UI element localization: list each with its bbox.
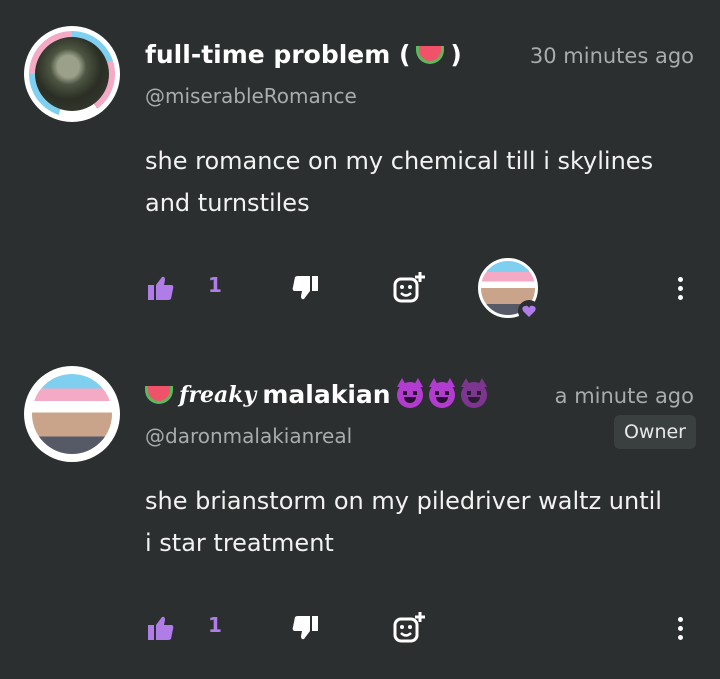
author-handle[interactable]: @daronmalakianreal [145,424,352,448]
like-count: 1 [208,613,222,637]
more-vertical-icon [677,616,683,640]
author-name-text: malakian [262,380,391,409]
comment-actions: 1 [0,258,720,322]
heart-icon [518,300,540,322]
comment-text: she romance on my chemical till i skylin… [145,147,654,217]
avatar-image [35,37,109,111]
comment-item: freaky malakian a minute ago @daronmalak… [0,340,720,679]
avatar[interactable] [24,366,120,462]
comment-text: she brianstorm on my piledriver waltz un… [145,487,662,557]
like-count: 1 [208,273,222,297]
creator-heart [478,258,540,322]
avatar-image [32,374,112,454]
thumbs-up-icon [148,276,174,300]
author-name-end: ) [450,40,462,69]
dislike-button[interactable] [288,272,322,304]
thumbs-down-icon [292,616,318,640]
more-options-button[interactable] [668,272,692,304]
smiling-imp-icon [428,377,455,408]
author-name[interactable]: full-time problem ( ) [145,40,462,69]
like-button[interactable] [144,272,178,304]
avatar[interactable] [24,26,120,122]
comment-actions: 1 [0,598,720,658]
more-options-button[interactable] [668,612,692,644]
reply-button[interactable] [390,608,430,648]
owner-badge: Owner [613,415,696,449]
thumbs-up-icon [148,616,174,640]
author-name-prefix: freaky [179,381,257,408]
watermelon-icon [416,45,445,64]
comment-item: full-time problem ( ) 30 minutes ago @mi… [0,0,720,340]
author-handle[interactable]: @miserableRomance [145,84,357,108]
thumbs-down-icon [292,276,318,300]
reply-button[interactable] [390,268,430,308]
author-name-text: full-time problem ( [145,40,411,69]
like-button[interactable] [144,612,178,644]
timestamp: a minute ago [554,384,694,408]
author-name[interactable]: freaky malakian [145,377,487,409]
smiling-imp-icon [396,377,423,408]
timestamp: 30 minutes ago [529,44,694,68]
smiling-imp-icon [460,377,487,408]
dislike-button[interactable] [288,612,322,644]
add-reaction-icon [393,272,425,303]
watermelon-icon [145,385,173,404]
more-vertical-icon [677,276,683,300]
add-reaction-icon [393,612,425,643]
